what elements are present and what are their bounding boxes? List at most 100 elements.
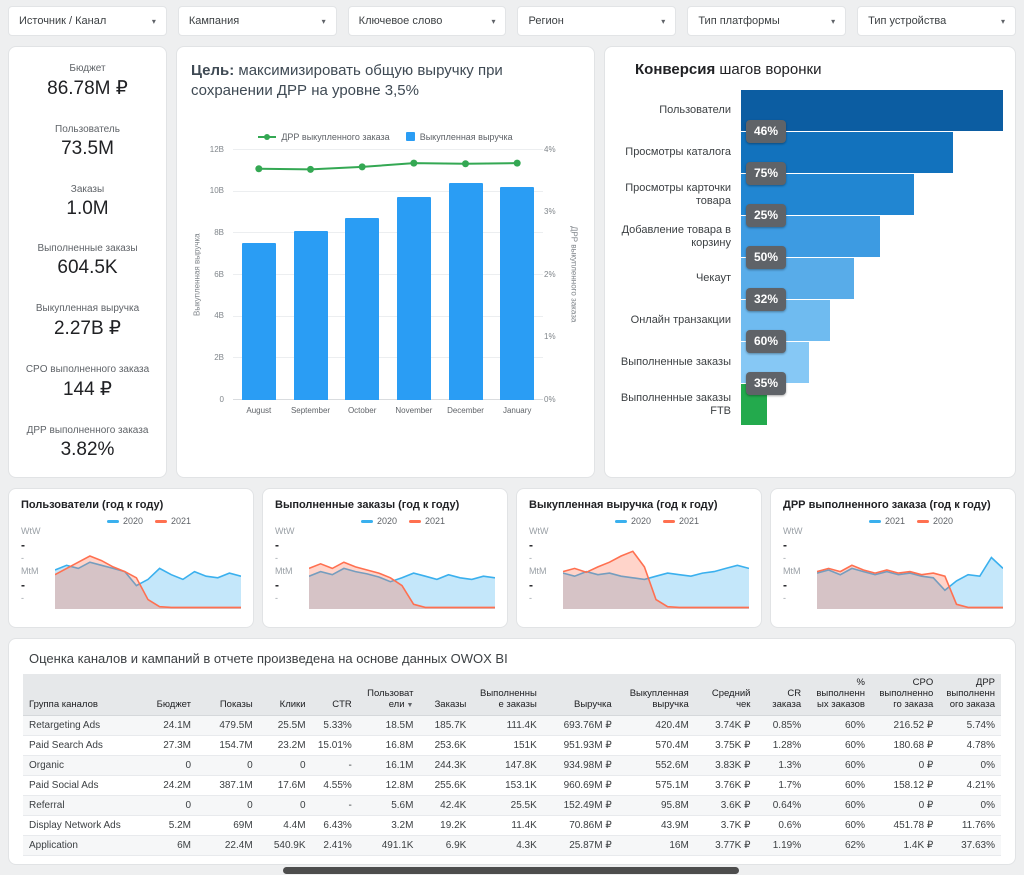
column-header[interactable]: Выручка bbox=[542, 674, 618, 716]
column-header[interactable]: CPO выполненного заказа bbox=[870, 674, 940, 716]
column-header-label: Средний чек bbox=[711, 687, 751, 710]
column-header[interactable]: % выполненных заказов bbox=[807, 674, 871, 716]
spark-title: Пользователи (год к году) bbox=[21, 499, 164, 511]
column-header[interactable]: CTR bbox=[311, 674, 358, 716]
legend-item: 2020 bbox=[917, 516, 953, 526]
metric-cell: - bbox=[311, 755, 358, 776]
metric-cell: 0.6% bbox=[756, 815, 808, 836]
metric-cell: 5.6M bbox=[357, 795, 420, 816]
metric-cell: 216.52 ₽ bbox=[870, 715, 940, 736]
column-header-label: Клики bbox=[279, 698, 306, 710]
metric-cell: 540.9K bbox=[258, 835, 312, 856]
column-header[interactable]: Бюджет bbox=[141, 674, 197, 716]
metric-cell: 3.77K ₽ bbox=[694, 835, 757, 856]
y-axis-tick: 2B bbox=[214, 352, 224, 362]
column-header[interactable]: Пользователи ▼ bbox=[357, 674, 420, 716]
channel-group-cell: Application bbox=[23, 835, 142, 856]
column-header[interactable]: Выполненные заказы bbox=[472, 674, 543, 716]
y-axis-tick: 8B bbox=[214, 227, 224, 237]
spark-stats: WtW - - MtM - - bbox=[783, 513, 817, 609]
metric-cell: 244.3K bbox=[419, 755, 473, 776]
y-axis-tick: 6B bbox=[214, 269, 224, 279]
filter-device-type[interactable]: Тип устройства ▾ bbox=[857, 6, 1016, 36]
goal-title: Цель: максимизировать общую выручку при … bbox=[191, 61, 580, 102]
funnel-step: Просмотры каталога 46% bbox=[615, 120, 1003, 174]
filter-source-channel[interactable]: Источник / Канал ▾ bbox=[8, 6, 167, 36]
sparkline-area-chart bbox=[563, 550, 749, 609]
y-axis-tick: 2% bbox=[544, 269, 556, 279]
legend-label: 2020 bbox=[933, 516, 954, 526]
funnel-rows: Пользователи Просмотры каталога 46% Просмот… bbox=[615, 90, 1003, 426]
spark-main: 2020 2021 bbox=[563, 513, 751, 609]
metric-cell: 4.78% bbox=[939, 735, 1001, 756]
kpi-budget: Бюджет 86.78M ₽ bbox=[15, 63, 160, 100]
metric-cell: 552.6M bbox=[617, 755, 695, 776]
x-axis-label: August bbox=[246, 405, 272, 415]
x-axis-label: November bbox=[395, 405, 433, 415]
period-label: WtW bbox=[529, 526, 549, 536]
table-row: Paid Search Ads 27.3M 154.7M 23.2M 15.01% 16.… bbox=[23, 735, 1001, 756]
filter-keyword[interactable]: Ключевое слово ▾ bbox=[347, 6, 507, 36]
metric-cell: 451.78 ₽ bbox=[870, 815, 940, 836]
kpi-value: 604.5K bbox=[57, 257, 118, 279]
metric-cell: 1.4K ₽ bbox=[870, 835, 940, 856]
column-header[interactable]: ДРР выполненного заказа bbox=[939, 674, 1001, 716]
channels-table-card: Оценка каналов и кампаний в отчете произ… bbox=[8, 638, 1016, 865]
column-header[interactable]: Группа каналов bbox=[23, 674, 142, 716]
metric-cell: 151K bbox=[472, 735, 543, 756]
metric-cell: 4.3K bbox=[472, 835, 543, 856]
legend-label: 2020 bbox=[376, 516, 397, 526]
table-row: Organic 0 0 0-16.1M 244.3K 147.8K 934.98M ₽552… bbox=[23, 755, 1001, 776]
filter-label: Регион bbox=[528, 15, 564, 27]
conversion-badge: 35% bbox=[746, 372, 787, 395]
conversion-badge: 75% bbox=[746, 162, 787, 185]
metric-cell: 60% bbox=[807, 795, 871, 816]
metric-cell: 24.2M bbox=[141, 775, 197, 796]
metric-cell: 420.4M bbox=[617, 715, 695, 736]
channel-group-cell: Referral bbox=[23, 795, 142, 816]
horizontal-scrollbar[interactable] bbox=[283, 867, 739, 874]
column-header[interactable]: Средний чек bbox=[694, 674, 757, 716]
metric-cell: 5.33% bbox=[311, 715, 358, 736]
period-label: MtM bbox=[529, 566, 547, 576]
metric-cell: 0% bbox=[939, 795, 1001, 816]
period-label: MtM bbox=[275, 566, 293, 576]
goal-title-bold: Цель: bbox=[191, 62, 235, 79]
metric-cell: 575.1M bbox=[617, 775, 695, 796]
metric-cell: 5.74% bbox=[939, 715, 1001, 736]
metric-cell: 0 bbox=[258, 755, 312, 776]
metric-cell: 37.63% bbox=[939, 835, 1001, 856]
metric-cell: 12.8M bbox=[357, 775, 420, 796]
column-header[interactable]: Заказы bbox=[419, 674, 473, 716]
table-row: Application 6M 22.4M 540.9K 2.41% 491.1K 6.9K 4… bbox=[23, 835, 1001, 856]
column-header[interactable]: CR заказа bbox=[756, 674, 808, 716]
metric-cell: 70.86M ₽ bbox=[542, 815, 618, 836]
filter-region[interactable]: Регион ▾ bbox=[517, 6, 677, 36]
metric-cell: 693.76M ₽ bbox=[542, 715, 618, 736]
period-sub-value: - bbox=[275, 553, 278, 563]
filter-campaign[interactable]: Кампания ▾ bbox=[177, 6, 337, 36]
filter-platform-type[interactable]: Тип платформы ▾ bbox=[687, 6, 847, 36]
metric-cell: 1.3% bbox=[756, 755, 808, 776]
metric-cell: 15.01% bbox=[311, 735, 358, 756]
kpi-scorecard: Бюджет 86.78M ₽ Пользователь 73.5M Заказы 1.0… bbox=[8, 46, 167, 478]
kpi-drr: ДРР выполненного заказа 3.82% bbox=[15, 425, 160, 461]
combo-chart: Выкупленная выручка 0 2B 4B 6B 8B 10B 12B 0% 1%… bbox=[191, 145, 580, 442]
column-header[interactable]: Выкупленная выручка bbox=[617, 674, 695, 716]
top-row: Бюджет 86.78M ₽ Пользователь 73.5M Заказы 1.0… bbox=[8, 46, 1016, 478]
metric-cell: 95.8M bbox=[617, 795, 695, 816]
period-sub-value: - bbox=[21, 593, 24, 603]
spark-legend: 2020 2021 bbox=[309, 513, 497, 529]
period-sub-value: - bbox=[783, 593, 786, 603]
column-header-label: Выкупленная выручка bbox=[629, 687, 689, 710]
filter-label: Тип устройства bbox=[868, 15, 947, 27]
conversion-badge: 32% bbox=[746, 288, 787, 311]
period-value: - bbox=[783, 578, 787, 592]
metric-cell: 43.9M bbox=[617, 815, 695, 836]
spark-card-redeemed-revenue-yoy: Выкупленная выручка (год к году) WtW - - MtM… bbox=[516, 488, 762, 628]
column-header[interactable]: Показы bbox=[197, 674, 259, 716]
kpi-value: 1.0M bbox=[66, 197, 109, 219]
column-header[interactable]: Клики bbox=[258, 674, 312, 716]
spark-main: 2020 2021 bbox=[55, 513, 243, 609]
metric-cell: 17.6M bbox=[258, 775, 312, 796]
